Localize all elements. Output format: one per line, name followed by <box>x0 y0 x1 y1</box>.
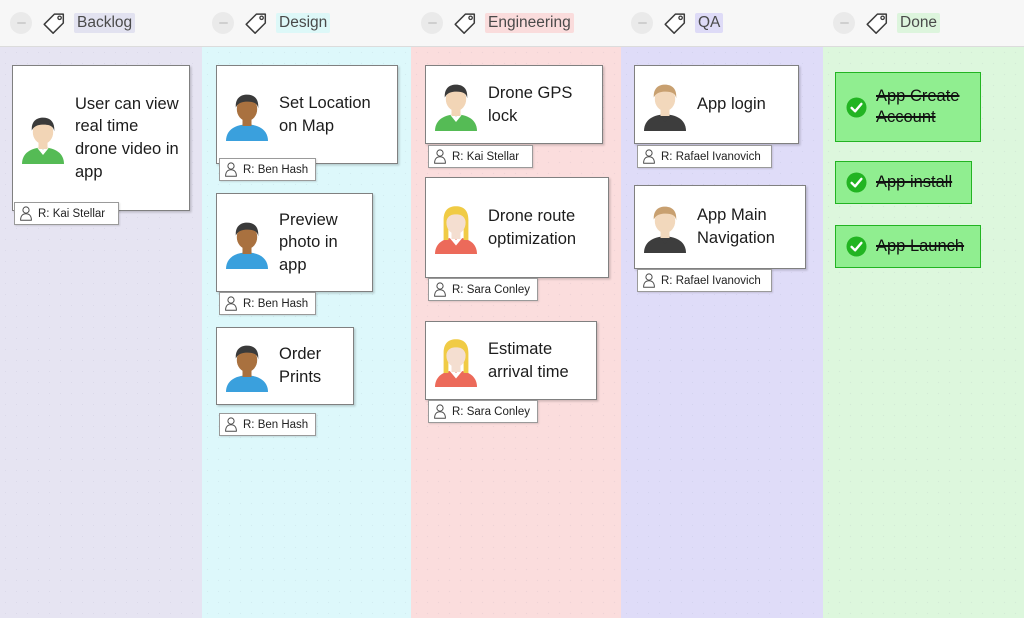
column-header-design: Design <box>202 0 411 46</box>
kanban-card[interactable]: Preview photo in app <box>216 193 373 292</box>
card-title: Drone GPS lock <box>488 83 573 125</box>
done-card[interactable]: App install <box>835 161 972 204</box>
assignee-badge[interactable]: R: Sara Conley <box>428 278 538 301</box>
avatar <box>430 79 482 131</box>
kanban-card[interactable]: Estimate arrival time <box>425 321 597 400</box>
assignee-badge[interactable]: R: Kai Stellar <box>428 145 533 168</box>
done-card-title: App install <box>876 172 953 191</box>
person-outline-icon <box>433 149 447 164</box>
minus-glyph <box>637 22 647 24</box>
minus-circle-icon[interactable] <box>833 12 855 34</box>
column-header-backlog: Backlog <box>0 0 202 46</box>
avatar <box>17 112 69 164</box>
column-title-design[interactable]: Design <box>276 13 331 33</box>
minus-circle-icon[interactable] <box>421 12 443 34</box>
board-header: Backlog Design Engineering QA Done <box>0 0 1024 47</box>
person-outline-icon <box>433 404 447 419</box>
avatar <box>430 202 482 254</box>
person-outline-icon <box>224 162 238 177</box>
card-title: Set Location on Map <box>279 93 371 135</box>
assignee-name: R: Ben Hash <box>243 297 309 310</box>
tag-icon <box>41 10 67 36</box>
column-header-done: Done <box>823 0 1024 46</box>
card-title: App Main Navigation <box>697 206 775 247</box>
assignee-badge[interactable]: R: Sara Conley <box>428 400 538 423</box>
done-card[interactable]: App Create Account <box>835 72 981 142</box>
check-circle-icon <box>846 236 867 257</box>
minus-circle-icon[interactable] <box>212 12 234 34</box>
column-header-engineering: Engineering <box>411 0 621 46</box>
assignee-name: R: Rafael Ivanovich <box>661 274 761 287</box>
check-circle-icon <box>846 172 867 193</box>
assignee-badge[interactable]: R: Rafael Ivanovich <box>637 269 772 292</box>
tag-icon <box>662 10 688 36</box>
avatar <box>430 335 482 387</box>
kanban-card[interactable]: Drone route optimization <box>425 177 609 278</box>
done-card-title: App Launch <box>876 236 965 255</box>
person-outline-icon <box>642 273 656 288</box>
minus-glyph <box>218 22 228 24</box>
column-title-engineering[interactable]: Engineering <box>485 13 574 33</box>
kanban-card[interactable]: App Main Navigation <box>634 185 806 269</box>
done-card-title: App Create Account <box>876 86 960 126</box>
kanban-card[interactable]: Drone GPS lock <box>425 65 603 144</box>
assignee-badge[interactable]: R: Kai Stellar <box>14 202 119 225</box>
assignee-name: R: Rafael Ivanovich <box>661 150 761 163</box>
minus-glyph <box>839 22 849 24</box>
avatar <box>221 340 273 392</box>
person-outline-icon <box>642 149 656 164</box>
card-title: Preview photo in app <box>279 210 338 274</box>
check-circle-icon <box>846 97 867 118</box>
column-title-backlog[interactable]: Backlog <box>74 13 136 33</box>
card-title: App login <box>697 95 766 114</box>
assignee-badge[interactable]: R: Rafael Ivanovich <box>637 145 772 168</box>
avatar <box>221 217 273 269</box>
card-title: User can view real time drone video in a… <box>75 94 179 181</box>
done-card[interactable]: App Launch <box>835 225 981 268</box>
avatar <box>221 89 273 141</box>
assignee-name: R: Ben Hash <box>243 418 309 431</box>
assignee-name: R: Kai Stellar <box>452 150 520 163</box>
tag-icon <box>452 10 478 36</box>
assignee-name: R: Ben Hash <box>243 163 309 176</box>
person-outline-icon <box>19 206 33 221</box>
assignee-name: R: Sara Conley <box>452 283 530 296</box>
column-title-qa[interactable]: QA <box>695 13 724 33</box>
person-outline-icon <box>433 282 447 297</box>
card-title: Order Prints <box>279 345 322 386</box>
kanban-card[interactable]: User can view real time drone video in a… <box>12 65 190 211</box>
assignee-badge[interactable]: R: Ben Hash <box>219 292 316 315</box>
column-title-done[interactable]: Done <box>897 13 941 33</box>
avatar <box>639 79 691 131</box>
minus-circle-icon[interactable] <box>10 12 32 34</box>
assignee-name: R: Sara Conley <box>452 405 530 418</box>
avatar <box>639 201 691 253</box>
kanban-card[interactable]: App login <box>634 65 799 144</box>
card-title: Estimate arrival time <box>488 339 569 381</box>
minus-glyph <box>427 22 437 24</box>
assignee-badge[interactable]: R: Ben Hash <box>219 413 316 436</box>
tag-icon <box>243 10 269 36</box>
tag-icon <box>864 10 890 36</box>
column-header-qa: QA <box>621 0 823 46</box>
kanban-board: Backlog Design Engineering QA Done User can … <box>0 0 1024 618</box>
kanban-card[interactable]: Set Location on Map <box>216 65 398 164</box>
minus-circle-icon[interactable] <box>631 12 653 34</box>
card-title: Drone route optimization <box>488 206 577 248</box>
assignee-name: R: Kai Stellar <box>38 207 106 220</box>
assignee-badge[interactable]: R: Ben Hash <box>219 158 316 181</box>
person-outline-icon <box>224 296 238 311</box>
minus-glyph <box>16 22 26 24</box>
kanban-card[interactable]: Order Prints <box>216 327 354 405</box>
person-outline-icon <box>224 417 238 432</box>
